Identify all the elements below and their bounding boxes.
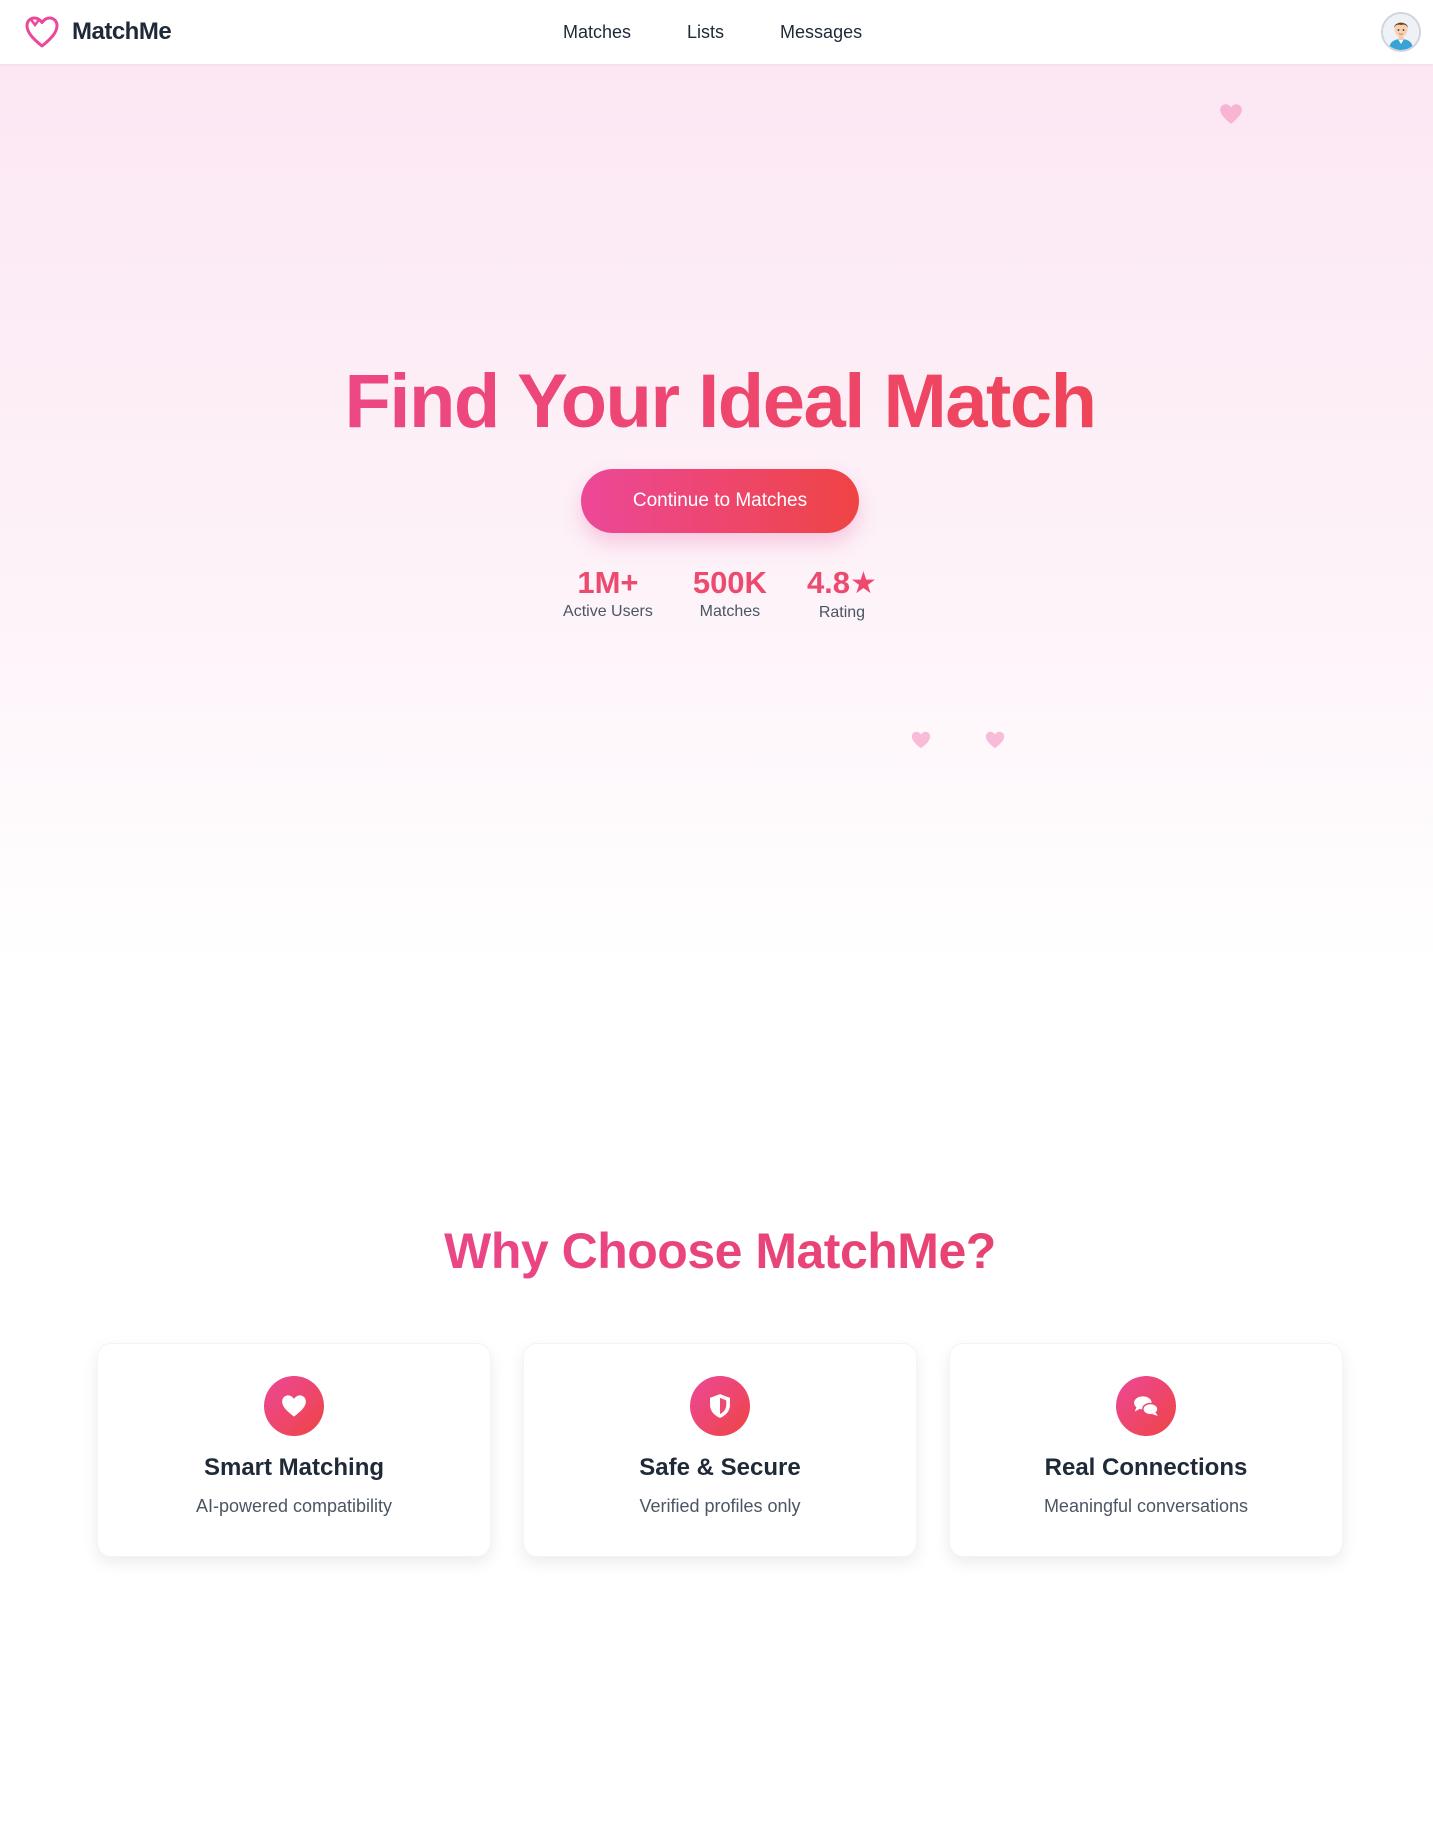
shield-icon <box>710 1394 730 1418</box>
nav-link-lists[interactable]: Lists <box>687 22 724 43</box>
stat-label: Active Users <box>563 603 653 621</box>
feature-card-smart-matching: Smart Matching AI-powered compatibility <box>97 1343 491 1557</box>
heart-outline-icon <box>25 16 59 48</box>
feature-icon-circle <box>264 1376 324 1436</box>
nav-link-messages[interactable]: Messages <box>780 22 862 43</box>
main-nav: Matches Lists Messages <box>563 0 862 64</box>
stat-value: 500K <box>692 565 767 600</box>
heart-icon <box>282 1395 306 1417</box>
chat-bubbles-icon <box>1134 1396 1159 1416</box>
user-avatar-icon <box>1383 14 1419 50</box>
heart-icon <box>1220 104 1242 124</box>
user-avatar-button[interactable] <box>1381 12 1421 52</box>
nav-link-matches[interactable]: Matches <box>563 22 631 43</box>
feature-grid: Smart Matching AI-powered compatibility … <box>97 1343 1343 1557</box>
rating-value: 4.8 <box>806 565 851 600</box>
hero-section: Find Your Ideal Match Continue to Matche… <box>0 64 1433 964</box>
stat-rating: 4.8★ Rating <box>807 564 877 622</box>
feature-card-real-connections: Real Connections Meaningful conversation… <box>949 1343 1343 1557</box>
feature-icon-circle <box>1116 1376 1176 1436</box>
hero-title: Find Your Ideal Match <box>0 360 1433 444</box>
feature-description: Verified profiles only <box>639 1496 801 1516</box>
stat-matches: 500K Matches <box>693 564 767 622</box>
brand-name: MatchMe <box>72 18 172 45</box>
feature-title: Real Connections <box>1044 1454 1248 1481</box>
features-title: Why Choose MatchMe? <box>0 1222 1433 1280</box>
stat-label: Matches <box>699 603 761 621</box>
brand-home-link[interactable]: MatchMe <box>24 14 172 50</box>
stat-label: Rating <box>818 604 866 621</box>
top-navbar: MatchMe Matches Lists Messages <box>0 0 1433 64</box>
feature-description: AI-powered compatibility <box>195 1496 393 1516</box>
stat-value: 4.8★ <box>807 564 877 602</box>
stats-row: 1M+ Active Users 500K Matches 4.8★ Ratin… <box>0 564 1433 622</box>
feature-title: Smart Matching <box>203 1454 385 1481</box>
feature-card-safe-secure: Safe & Secure Verified profiles only <box>523 1343 917 1557</box>
feature-icon-circle <box>690 1376 750 1436</box>
stat-active-users: 1M+ Active Users <box>563 564 653 622</box>
heart-icon <box>911 731 931 749</box>
feature-description: Meaningful conversations <box>1043 1496 1249 1516</box>
heart-icon <box>985 731 1005 749</box>
feature-title: Safe & Secure <box>639 1454 801 1481</box>
continue-to-matches-button[interactable]: Continue to Matches <box>581 469 859 533</box>
star-icon: ★ <box>850 567 877 600</box>
stat-value: 1M+ <box>577 565 639 600</box>
